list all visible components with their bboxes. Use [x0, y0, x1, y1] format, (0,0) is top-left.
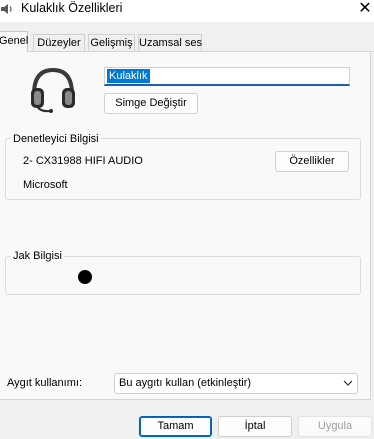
- device-model-text: 2- CX31988 HIFI AUDIO: [23, 155, 143, 167]
- change-icon-button[interactable]: Simge Değiştir: [104, 93, 198, 114]
- cancel-button[interactable]: İptal: [218, 416, 292, 437]
- cursor-dot: [78, 270, 92, 284]
- apply-button[interactable]: Uygula: [298, 416, 372, 437]
- speaker-icon: [0, 2, 14, 19]
- device-name-selected-text: Kulaklık: [107, 69, 150, 83]
- device-usage-value: Bu aygıtı kullan (etkinleştir): [119, 377, 252, 389]
- manufacturer-text: Microsoft: [23, 179, 68, 191]
- device-usage-label: Aygıt kullanımı:: [7, 377, 82, 389]
- tab-levels[interactable]: Düzeyler: [33, 34, 85, 51]
- headset-icon: [28, 66, 78, 117]
- controller-info-title: Denetleyici Bilgisi: [11, 133, 101, 146]
- ok-button[interactable]: Tamam: [139, 416, 212, 437]
- window-title: Kulaklık Özellikleri: [21, 1, 123, 15]
- properties-button[interactable]: Özellikler: [275, 151, 349, 172]
- jack-info-title: Jak Bilgisi: [11, 250, 64, 263]
- chevron-down-icon: [343, 378, 353, 390]
- tab-spatial-sound[interactable]: Uzamsal ses: [138, 34, 202, 51]
- tab-advanced[interactable]: Gelişmiş: [88, 34, 135, 51]
- tab-general[interactable]: Genel: [0, 31, 28, 52]
- close-button[interactable]: ✕: [356, 0, 374, 20]
